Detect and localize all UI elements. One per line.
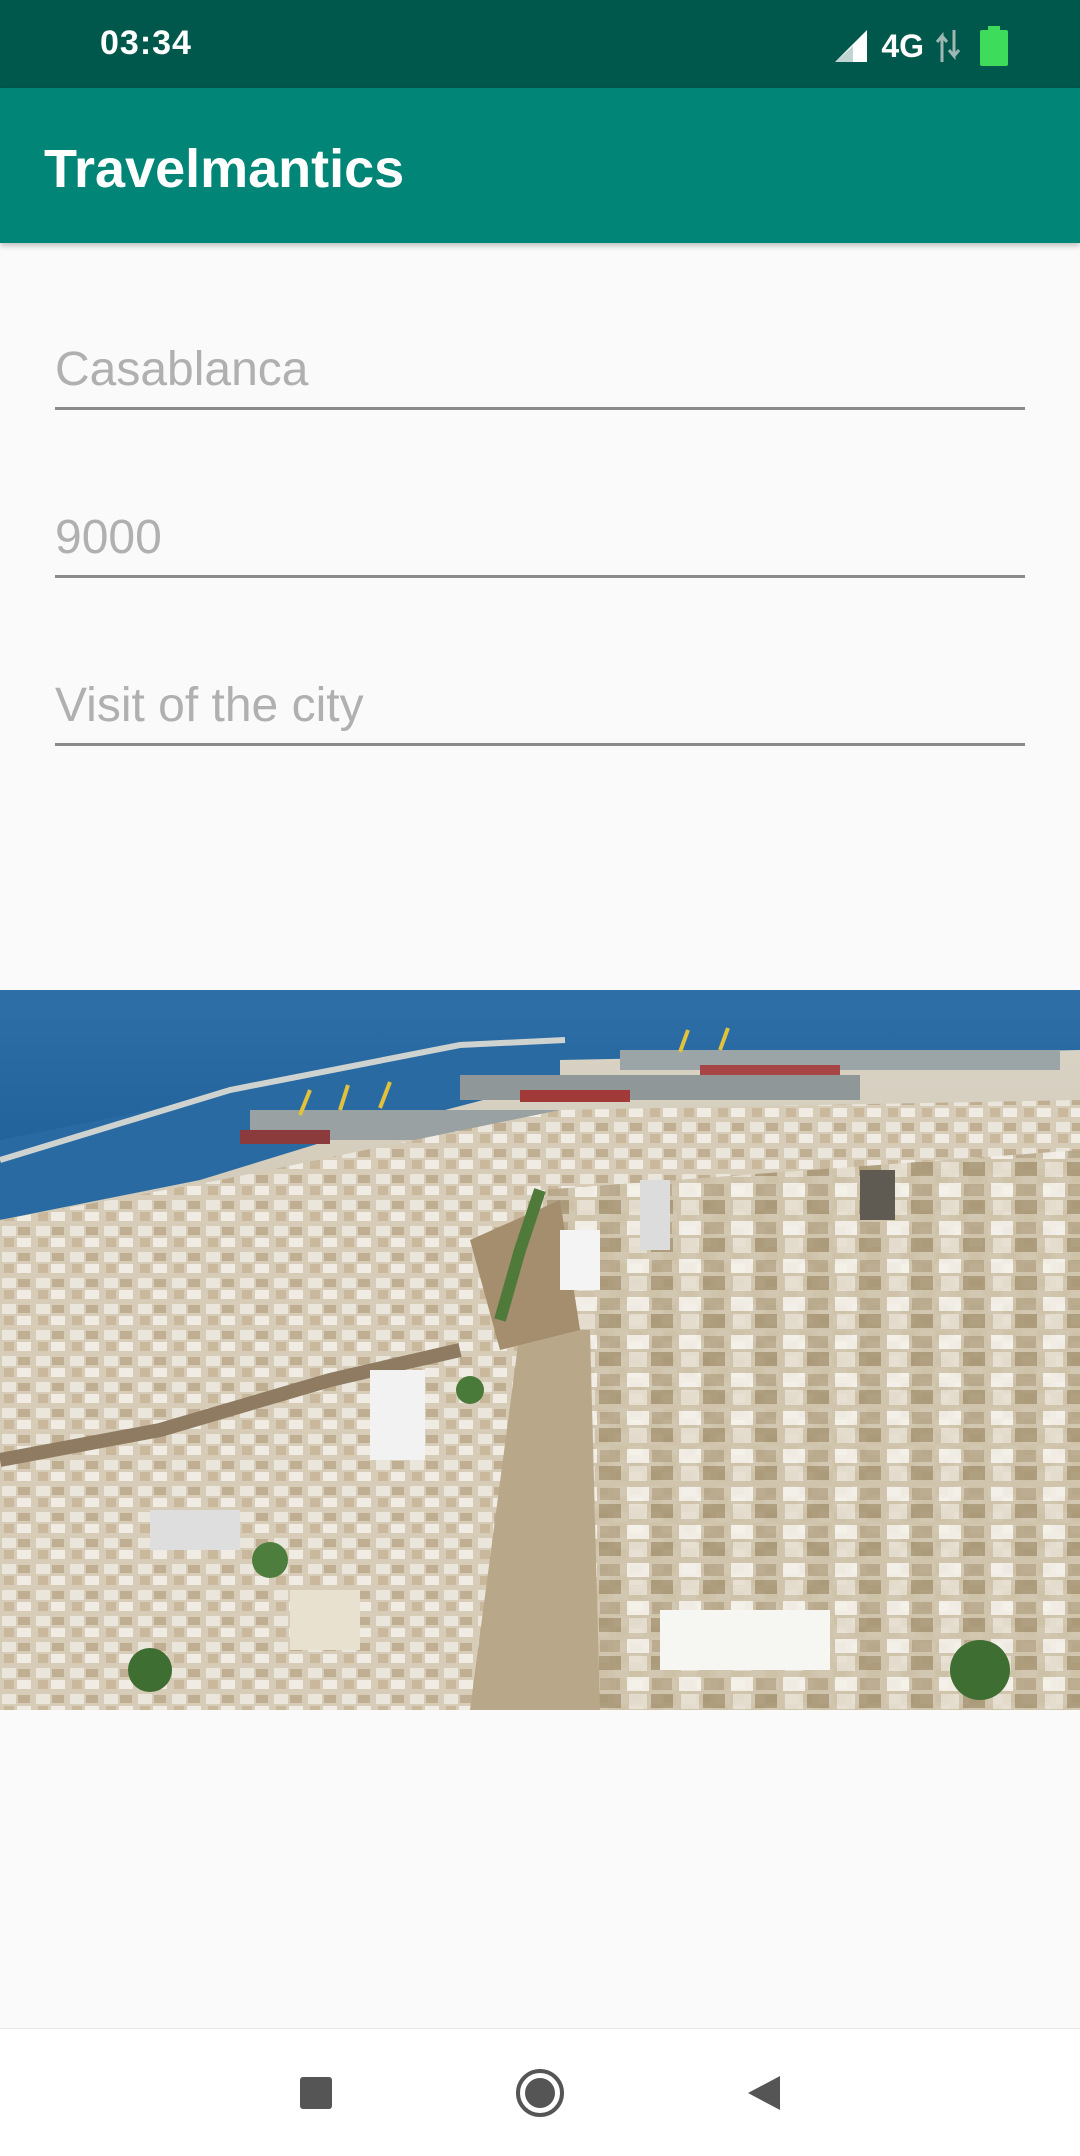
- aerial-city-port-photo: [0, 990, 1080, 1710]
- recents-icon: [300, 2077, 332, 2109]
- title-field[interactable]: [55, 340, 1025, 410]
- back-button[interactable]: [734, 2063, 794, 2123]
- status-icons: 4G: [833, 26, 1008, 66]
- price-input[interactable]: [55, 510, 1025, 565]
- recents-button[interactable]: [286, 2063, 346, 2123]
- app-title: Travelmantics: [44, 139, 405, 199]
- price-field[interactable]: [55, 508, 1025, 578]
- deal-photo: [0, 990, 1080, 1710]
- description-field[interactable]: [55, 676, 1025, 746]
- back-icon: [748, 2076, 780, 2110]
- status-bar: 03:34 4G: [0, 0, 1080, 88]
- description-input[interactable]: [55, 678, 1025, 733]
- home-icon: [516, 2069, 564, 2117]
- signal-icon: [835, 30, 868, 62]
- title-input[interactable]: [55, 342, 1025, 397]
- data-arrows-icon: [935, 30, 961, 62]
- network-type-label: 4G: [881, 27, 924, 64]
- system-nav-bar: [0, 2028, 1080, 2156]
- app-bar: Travelmantics: [0, 88, 1080, 243]
- status-time: 03:34: [100, 24, 192, 62]
- home-button[interactable]: [510, 2063, 570, 2123]
- battery-icon: [980, 26, 1008, 66]
